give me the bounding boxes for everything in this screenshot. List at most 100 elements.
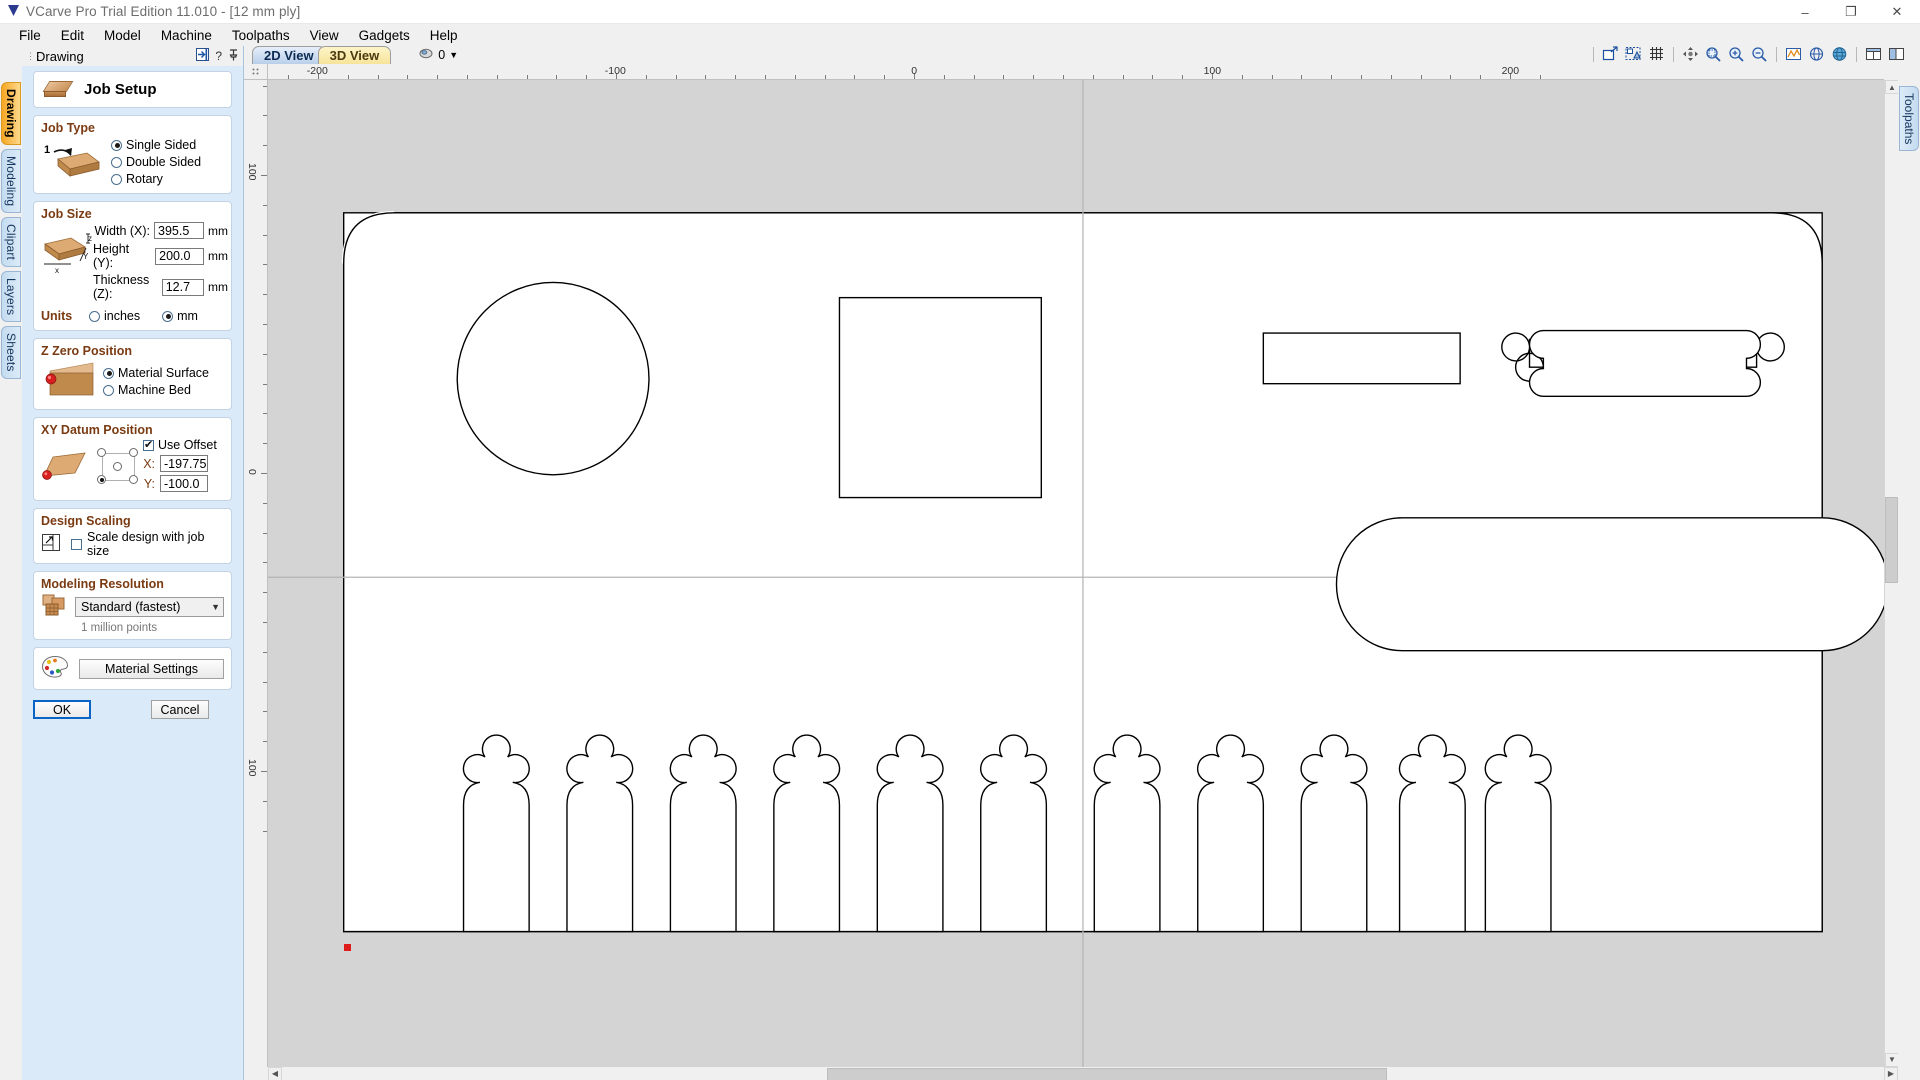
scroll-right-button[interactable]: ▶ xyxy=(1884,1066,1898,1080)
sidebar-tab-toolpaths[interactable]: Toolpaths xyxy=(1899,86,1919,152)
toggle-grid-icon[interactable] xyxy=(1647,45,1666,63)
ruler-tick xyxy=(437,75,439,79)
offset-x-label: X: xyxy=(143,456,155,471)
design-drawing[interactable] xyxy=(268,80,1884,1067)
vertical-ruler[interactable]: 100 0 100 xyxy=(244,80,268,1067)
horizontal-ruler[interactable]: -200 -100 0 100 200 xyxy=(268,64,1884,80)
comb-tab[interactable] xyxy=(1196,734,1265,933)
ok-button[interactable]: OK xyxy=(33,700,91,719)
comb-tab[interactable] xyxy=(1300,734,1368,933)
shape-square xyxy=(838,296,1043,499)
chevron-down-icon: ▼ xyxy=(449,50,459,60)
menu-view[interactable]: View xyxy=(300,26,349,45)
use-offset-row[interactable]: Use Offset xyxy=(143,438,224,452)
zoom-out-icon[interactable] xyxy=(1750,45,1769,63)
zoom-in-icon[interactable] xyxy=(1727,45,1746,63)
comb-tab[interactable] xyxy=(1093,734,1161,933)
datum-top-left[interactable] xyxy=(97,448,106,457)
tab-3d-view[interactable]: 3D View xyxy=(317,46,392,64)
ruler-corner[interactable] xyxy=(244,64,268,80)
minimize-button[interactable]: – xyxy=(1782,0,1828,24)
comb-tab[interactable] xyxy=(566,734,634,933)
menu-model[interactable]: Model xyxy=(94,26,151,45)
comb-tab[interactable] xyxy=(1398,734,1466,933)
datum-top-right[interactable] xyxy=(129,448,138,457)
sheet-selector[interactable]: 0 ▼ xyxy=(419,46,458,64)
zoom-to-selection-icon[interactable] xyxy=(1601,45,1620,63)
menu-help[interactable]: Help xyxy=(420,26,468,45)
sidebar-tab-drawing[interactable]: Drawing xyxy=(1,82,21,145)
modeling-resolution-note: 1 million points xyxy=(81,622,158,634)
tab-2d-view[interactable]: 2D View xyxy=(252,46,326,64)
sidebar-tab-clipart[interactable]: Clipart xyxy=(1,217,21,268)
menu-gadgets[interactable]: Gadgets xyxy=(349,26,420,45)
z-zero-machine-bed[interactable]: Machine Bed xyxy=(103,382,209,398)
scroll-down-button[interactable]: ▼ xyxy=(1885,1052,1899,1067)
z-zero-block-icon xyxy=(41,359,103,404)
material-settings-button[interactable]: Material Settings xyxy=(79,658,224,679)
dock-grip-icon[interactable]: ⋮⋮ xyxy=(26,52,43,61)
horizontal-scrollbar[interactable]: ◀ ▶ xyxy=(244,1066,1920,1080)
ruler-tick xyxy=(263,681,267,683)
menu-machine[interactable]: Machine xyxy=(151,26,222,45)
comb-tab[interactable] xyxy=(773,734,841,933)
datum-bottom-left[interactable] xyxy=(97,475,106,484)
datum-bottom-right[interactable] xyxy=(129,475,138,484)
tile-windows-icon[interactable] xyxy=(1864,45,1883,63)
datum-center[interactable] xyxy=(113,462,122,471)
scroll-up-button[interactable]: ▲ xyxy=(1885,80,1899,94)
single-sided-block-icon: 1 xyxy=(41,140,107,184)
ruler-tick xyxy=(263,145,267,147)
job-type-rotary[interactable]: Rotary xyxy=(111,171,201,187)
offset-x-input[interactable]: -197.75 xyxy=(160,455,208,472)
design-viewport[interactable] xyxy=(268,80,1884,1067)
comb-tab[interactable] xyxy=(462,734,530,933)
zoom-box-icon[interactable] xyxy=(1704,45,1723,63)
vertical-scroll-thumb[interactable] xyxy=(1885,496,1898,584)
units-inches[interactable]: inches xyxy=(89,308,140,324)
units-mm[interactable]: mm xyxy=(162,308,198,324)
job-type-single-sided[interactable]: Single Sided xyxy=(111,137,201,153)
pan-icon[interactable] xyxy=(1681,45,1700,63)
xy-datum-grid[interactable] xyxy=(97,448,139,485)
menu-file[interactable]: File xyxy=(9,26,51,45)
comb-tab[interactable] xyxy=(1484,734,1552,933)
menu-toolpaths[interactable]: Toolpaths xyxy=(222,26,300,45)
zoom-to-drawing-icon[interactable] xyxy=(1624,45,1643,63)
close-button[interactable]: ✕ xyxy=(1874,0,1920,24)
sidebar-tab-layers[interactable]: Layers xyxy=(1,271,21,323)
z-zero-material-surface[interactable]: Material Surface xyxy=(103,365,209,381)
comb-tab[interactable] xyxy=(980,734,1048,933)
ruler-tick xyxy=(973,75,975,79)
modeling-resolution-dropdown[interactable]: Standard (fastest) ▼ xyxy=(75,596,224,617)
comb-tab[interactable] xyxy=(669,734,737,933)
ruler-tick xyxy=(263,443,267,445)
split-windows-icon[interactable] xyxy=(1887,45,1906,63)
maximize-button[interactable]: ❐ xyxy=(1828,0,1874,24)
pin-icon[interactable] xyxy=(228,48,239,64)
ruler-tick xyxy=(943,75,945,79)
toggle-material-icon[interactable] xyxy=(1830,45,1849,63)
menu-edit[interactable]: Edit xyxy=(51,26,94,45)
horizontal-scroll-thumb[interactable] xyxy=(826,1067,1388,1080)
job-type-double-sided[interactable]: Double Sided xyxy=(111,154,201,170)
scroll-left-button[interactable]: ◀ xyxy=(268,1066,282,1080)
cancel-button[interactable]: Cancel xyxy=(151,700,209,719)
offset-y-input[interactable]: -100.0 xyxy=(160,475,208,492)
toggle-wireframe-icon[interactable] xyxy=(1807,45,1826,63)
sidebar-tab-sheets[interactable]: Sheets xyxy=(1,326,21,379)
ruler-tick xyxy=(263,115,267,117)
toggle-toolpath-preview-icon[interactable] xyxy=(1784,45,1803,63)
job-size-section: Job Size z Y x Width (X): 395.5 mm Heigh… xyxy=(33,201,232,331)
vertical-scrollbar[interactable]: ▲ ▼ xyxy=(1884,80,1899,1067)
collapse-panel-icon[interactable] xyxy=(196,48,210,64)
job-thickness-input[interactable]: 12.7 xyxy=(161,278,204,296)
left-tab-strip: Drawing Modeling Clipart Layers Sheets xyxy=(0,46,22,1080)
scale-design-checkbox[interactable]: Scale design with job size xyxy=(71,530,224,558)
job-height-input[interactable]: 200.0 xyxy=(155,247,204,265)
job-width-input[interactable]: 395.5 xyxy=(154,222,204,239)
sidebar-tab-modeling[interactable]: Modeling xyxy=(1,148,21,214)
comb-tab[interactable] xyxy=(876,734,944,933)
question-icon[interactable]: ? xyxy=(215,49,222,63)
z-zero-machine-bed-label: Machine Bed xyxy=(118,383,191,397)
